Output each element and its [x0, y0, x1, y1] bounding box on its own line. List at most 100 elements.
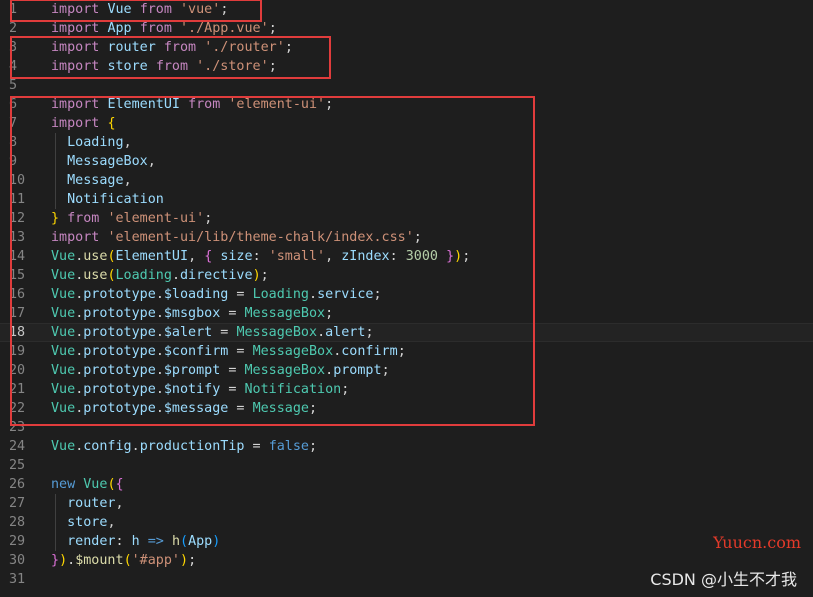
code-line[interactable]: 4 import store from './store'; — [0, 57, 813, 76]
code-line[interactable]: 21 Vue.prototype.$notify = Notification; — [0, 380, 813, 399]
code-token: . — [155, 344, 164, 359]
site-watermark: Yuucn.com — [713, 533, 801, 552]
code-line[interactable]: 16 Vue.prototype.$loading = Loading.servi… — [0, 285, 813, 304]
code-token: ) — [212, 534, 221, 549]
code-line[interactable]: 1 import Vue from 'vue'; — [0, 0, 813, 19]
code-text: import router from './router'; — [51, 38, 293, 57]
code-token: ; — [260, 268, 269, 283]
code-token: ( — [180, 534, 189, 549]
code-line[interactable]: 18 Vue.prototype.$alert = MessageBox.aler… — [0, 323, 813, 342]
line-number-text: 20 — [9, 363, 26, 378]
code-line[interactable]: 13 import 'element-ui/lib/theme-chalk/ind… — [0, 228, 813, 247]
code-line[interactable]: 20 Vue.prototype.$prompt = MessageBox.pro… — [0, 361, 813, 380]
line-number: 13 — [0, 228, 30, 247]
code-text: }).$mount('#app'); — [51, 551, 196, 570]
code-line[interactable]: 27 router, — [0, 494, 813, 513]
code-line[interactable]: 7 import { — [0, 114, 813, 133]
code-token: : — [389, 249, 406, 264]
code-line[interactable]: 28 store, — [0, 513, 813, 532]
code-token: , — [188, 249, 205, 264]
code-text: Vue.prototype.$loading = Loading.service… — [51, 285, 382, 304]
code-token: . — [155, 401, 164, 416]
code-token: ; — [268, 59, 277, 74]
code-token: $notify — [163, 382, 221, 397]
line-number-text: 25 — [9, 458, 26, 473]
line-number: 2 — [0, 19, 30, 38]
code-line[interactable]: 5 — [0, 76, 813, 95]
code-line[interactable]: 8 Loading, — [0, 133, 813, 152]
code-token: prototype — [83, 287, 156, 302]
code-token: . — [155, 363, 164, 378]
code-token: ; — [365, 325, 374, 340]
code-token: $msgbox — [163, 306, 221, 321]
code-line[interactable]: 11 Notification — [0, 190, 813, 209]
code-token: Message — [252, 401, 309, 416]
code-line[interactable]: 17 Vue.prototype.$msgbox = MessageBox; — [0, 304, 813, 323]
code-token: } — [51, 211, 60, 226]
code-line[interactable]: 6 import ElementUI from 'element-ui'; — [0, 95, 813, 114]
code-line[interactable]: 26 new Vue({ — [0, 475, 813, 494]
code-line[interactable]: 29 render: h => h(App) — [0, 532, 813, 551]
line-number: 15 — [0, 266, 30, 285]
code-line[interactable]: 23 — [0, 418, 813, 437]
code-token: Vue — [51, 287, 76, 302]
code-token: ; — [204, 211, 213, 226]
code-line[interactable]: 19 Vue.prototype.$confirm = MessageBox.co… — [0, 342, 813, 361]
line-number: 28 — [0, 513, 30, 532]
code-token: render — [67, 534, 116, 549]
code-line[interactable]: 12} from 'element-ui'; — [0, 209, 813, 228]
code-token: ElementUI — [115, 249, 189, 264]
code-token: . — [171, 268, 180, 283]
code-line[interactable]: 25 — [0, 456, 813, 475]
code-token: App — [107, 21, 132, 36]
line-number: 3 — [0, 38, 30, 57]
code-text: Vue.use(Loading.directive); — [51, 266, 269, 285]
line-number: 17 — [0, 304, 30, 323]
code-token: , — [123, 135, 132, 150]
code-token: from — [67, 211, 100, 226]
code-token: ; — [220, 2, 229, 17]
code-line[interactable]: 15 Vue.use(Loading.directive); — [0, 266, 813, 285]
line-number-text: 16 — [9, 287, 26, 302]
code-line[interactable]: 9 MessageBox, — [0, 152, 813, 171]
code-editor[interactable]: 1 import Vue from 'vue'; 2 import App from … — [0, 0, 813, 597]
code-text: import Vue from 'vue'; — [51, 0, 228, 19]
code-line[interactable]: 14 Vue.use(ElementUI, { size: 'small', zI… — [0, 247, 813, 266]
code-line[interactable]: 24 Vue.config.productionTip = false; — [0, 437, 813, 456]
code-token: = — [228, 287, 253, 302]
code-token: ( — [107, 477, 116, 492]
code-token: $message — [163, 401, 229, 416]
code-token: h — [131, 534, 140, 549]
code-text: import { — [51, 114, 116, 133]
code-line[interactable]: 3 import router from './router'; — [0, 38, 813, 57]
line-number: 5 — [0, 76, 30, 95]
line-number-text: 4 — [9, 59, 18, 74]
code-text: import store from './store'; — [51, 57, 277, 76]
code-token: => — [147, 534, 164, 549]
code-text: store, — [51, 513, 115, 532]
code-token: , — [115, 496, 124, 511]
code-token: 'element-ui' — [107, 211, 205, 226]
code-token: ) — [252, 268, 261, 283]
code-token: ( — [107, 249, 116, 264]
line-number-text: 9 — [9, 154, 18, 169]
code-token: service — [317, 287, 374, 302]
code-token: . — [325, 363, 334, 378]
code-line[interactable]: 10 Message, — [0, 171, 813, 190]
code-token: } — [446, 249, 455, 264]
code-token: ) — [180, 553, 189, 568]
line-number: 4 — [0, 57, 30, 76]
code-text: Notification — [51, 190, 164, 209]
line-number: 6 — [0, 95, 30, 114]
code-token: = — [212, 325, 237, 340]
line-number: 14 — [0, 247, 30, 266]
code-line[interactable]: 2 import App from './App.vue'; — [0, 19, 813, 38]
code-token: Vue — [51, 325, 76, 340]
code-line[interactable]: 22 Vue.prototype.$message = Message; — [0, 399, 813, 418]
code-token: Vue — [51, 344, 76, 359]
